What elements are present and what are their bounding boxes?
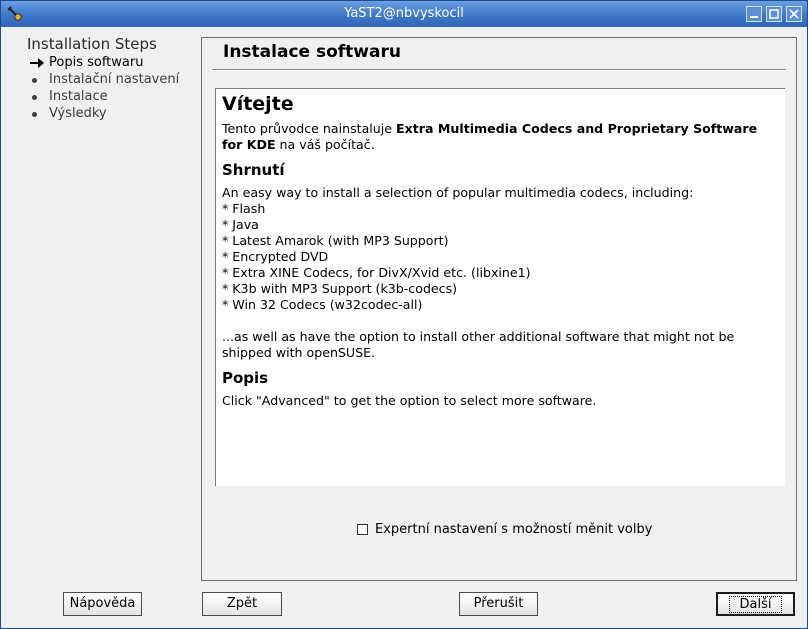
codec-list-item: * Java (222, 217, 259, 232)
yast-window: YaST2@nbvyskocil Installation Steps Popi… (0, 0, 808, 629)
help-button[interactable]: Nápověda (63, 592, 142, 616)
step-item-current: Popis softwaru (29, 55, 179, 72)
bullet-icon (32, 112, 37, 117)
content-panel: Instalace softwaru Vítejte Tento průvodc… (201, 37, 797, 581)
back-button-label: Zpět (226, 596, 258, 611)
maximize-icon (769, 9, 779, 19)
abort-button-label: Přerušit (473, 596, 524, 611)
codec-list-item: * Win 32 Codecs (w32codec-all) (222, 297, 423, 312)
expert-settings-label[interactable]: Expertní nastavení s možností měnit volb… (375, 522, 652, 537)
window-client-area: Installation Steps Popis softwaru Instal… (1, 27, 807, 628)
bullet-icon (32, 78, 37, 83)
steps-list: Popis softwaru Instalační nastavení Inst… (29, 55, 179, 123)
step-label: Výsledky (49, 106, 107, 121)
help-button-label: Nápověda (69, 596, 136, 611)
intro-paragraph: Tento průvodce nainstaluje Extra Multime… (222, 121, 779, 153)
title-divider (212, 69, 786, 71)
extra-paragraph: ...as well as have the option to install… (222, 329, 735, 360)
abort-button[interactable]: Přerušit (459, 592, 538, 616)
step-label: Popis softwaru (49, 55, 144, 70)
checkbox-box[interactable] (357, 524, 368, 535)
description-heading: Popis (222, 369, 269, 387)
codec-list-item: * Latest Amarok (with MP3 Support) (222, 233, 449, 248)
summary-lead: An easy way to install a selection of po… (222, 185, 694, 200)
minimize-icon (750, 16, 758, 18)
step-label: Instalační nastavení (49, 72, 180, 87)
intro-suffix: na váš počítač. (275, 137, 375, 152)
description-richtext[interactable]: Vítejte Tento průvodce nainstaluje Extra… (215, 88, 785, 486)
summary-heading: Shrnutí (222, 161, 285, 179)
title-bar[interactable]: YaST2@nbvyskocil (1, 1, 807, 27)
codec-list-item: * Extra XINE Codecs, for DivX/Xvid etc. … (222, 265, 531, 280)
steps-title: Installation Steps (27, 35, 157, 53)
next-button-label: Další (728, 596, 783, 613)
back-button[interactable]: Zpět (202, 592, 282, 616)
codec-list-item: * K3b with MP3 Support (k3b-codecs) (222, 281, 458, 296)
codec-list-item: * Flash (222, 201, 266, 216)
close-icon (789, 9, 799, 19)
welcome-heading: Vítejte (222, 93, 294, 115)
arrow-right-icon (30, 58, 44, 68)
bullet-icon (32, 95, 37, 100)
page-title: Instalace softwaru (223, 42, 401, 62)
close-button[interactable] (786, 6, 802, 22)
step-item: Instalace (29, 89, 179, 106)
window-title: YaST2@nbvyskocil (344, 6, 464, 21)
step-label: Instalace (49, 89, 108, 104)
codec-list-item: * Encrypted DVD (222, 249, 329, 264)
step-item: Instalační nastavení (29, 72, 179, 89)
description-paragraph: Click "Advanced" to get the option to se… (222, 393, 597, 408)
next-button[interactable]: Další (716, 592, 795, 616)
maximize-button[interactable] (766, 6, 782, 22)
minimize-button[interactable] (746, 6, 762, 22)
intro-prefix: Tento průvodce nainstaluje (222, 121, 397, 136)
step-item: Výsledky (29, 106, 179, 123)
